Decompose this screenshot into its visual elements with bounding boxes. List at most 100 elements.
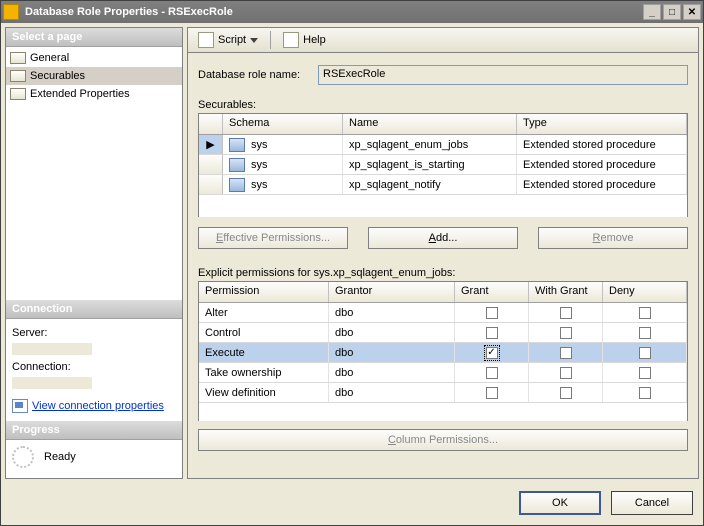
col-grant[interactable]: Grant: [455, 282, 529, 302]
progress-box: Ready: [6, 440, 182, 478]
sidebar-item-extended-properties[interactable]: Extended Properties: [6, 85, 182, 103]
row-selector[interactable]: [199, 155, 223, 174]
script-button[interactable]: Script: [192, 30, 264, 50]
table-row[interactable]: Controldbo: [199, 323, 687, 343]
checkbox[interactable]: [639, 367, 651, 379]
maximize-button[interactable]: □: [663, 4, 681, 20]
cell-checkbox[interactable]: [603, 303, 687, 322]
cell-checkbox[interactable]: [529, 303, 603, 322]
column-permissions-row: Column Permissions...: [198, 429, 688, 451]
cell-permission: View definition: [199, 383, 329, 402]
cell-checkbox[interactable]: [529, 383, 603, 402]
connection-label: Connection:: [12, 361, 176, 373]
col-schema[interactable]: Schema: [223, 114, 343, 134]
checkbox[interactable]: [639, 327, 651, 339]
view-connection-properties-link[interactable]: View connection properties: [12, 399, 176, 413]
help-button[interactable]: Help: [277, 30, 332, 50]
checkbox[interactable]: [486, 387, 498, 399]
cell-schema: sys: [223, 175, 343, 194]
checkbox[interactable]: [486, 307, 498, 319]
securables-body: ▶sysxp_sqlagent_enum_jobsExtended stored…: [199, 135, 687, 217]
table-row[interactable]: View definitiondbo: [199, 383, 687, 403]
sidebar-item-general[interactable]: General: [6, 49, 182, 67]
column-permissions-button[interactable]: Column Permissions...: [198, 429, 688, 451]
cell-schema: sys: [223, 155, 343, 174]
checkbox[interactable]: [560, 387, 572, 399]
checkbox[interactable]: [486, 327, 498, 339]
cell-checkbox[interactable]: [529, 363, 603, 382]
remove-button[interactable]: Remove: [538, 227, 688, 249]
cell-checkbox[interactable]: [455, 323, 529, 342]
cell-schema: sys: [223, 135, 343, 154]
sidebar-item-label: Securables: [30, 70, 85, 82]
permissions-grid[interactable]: Permission Grantor Grant With Grant Deny…: [198, 281, 688, 421]
ok-button[interactable]: OK: [519, 491, 601, 515]
add-button[interactable]: Add...: [368, 227, 518, 249]
right-panel: Script Help Database role name: RSExecRo…: [187, 27, 699, 479]
cell-checkbox[interactable]: [455, 363, 529, 382]
cell-checkbox[interactable]: [529, 343, 603, 362]
cell-permission: Take ownership: [199, 363, 329, 382]
cell-type: Extended stored procedure: [517, 135, 687, 154]
cell-grantor: dbo: [329, 343, 455, 362]
checkbox[interactable]: [560, 367, 572, 379]
row-selector[interactable]: [199, 175, 223, 194]
table-row[interactable]: Alterdbo: [199, 303, 687, 323]
help-icon: [283, 32, 299, 48]
col-type[interactable]: Type: [517, 114, 687, 134]
col-withgrant[interactable]: With Grant: [529, 282, 603, 302]
cell-checkbox[interactable]: ✓: [455, 343, 529, 362]
securables-header: Schema Name Type: [199, 114, 687, 135]
cell-type: Extended stored procedure: [517, 155, 687, 174]
progress-ring-icon: [12, 446, 34, 468]
checkbox[interactable]: [560, 347, 572, 359]
cell-checkbox[interactable]: [603, 383, 687, 402]
cell-checkbox[interactable]: [529, 323, 603, 342]
cell-checkbox[interactable]: [603, 343, 687, 362]
close-button[interactable]: ✕: [683, 4, 701, 20]
toolbar: Script Help: [187, 27, 699, 53]
script-label: Script: [218, 34, 246, 46]
select-page-header: Select a page: [6, 28, 182, 47]
col-permission[interactable]: Permission: [199, 282, 329, 302]
table-row[interactable]: Executedbo ✓: [199, 343, 687, 363]
col-name[interactable]: Name: [343, 114, 517, 134]
chevron-down-icon: [250, 36, 258, 44]
cell-checkbox[interactable]: [603, 323, 687, 342]
cell-checkbox[interactable]: [455, 383, 529, 402]
checkbox[interactable]: [639, 307, 651, 319]
sidebar-item-securables[interactable]: Securables: [6, 67, 182, 85]
cell-checkbox[interactable]: [455, 303, 529, 322]
cell-permission: Execute: [199, 343, 329, 362]
checkbox[interactable]: [560, 307, 572, 319]
securables-grid[interactable]: Schema Name Type ▶sysxp_sqlagent_enum_jo…: [198, 113, 688, 217]
minimize-button[interactable]: _: [643, 4, 661, 20]
checkbox[interactable]: [639, 387, 651, 399]
effective-permissions-button[interactable]: Effective Permissions...: [198, 227, 348, 249]
cell-permission: Control: [199, 323, 329, 342]
cell-checkbox[interactable]: [603, 363, 687, 382]
connection-link-label: View connection properties: [32, 400, 164, 412]
col-deny[interactable]: Deny: [603, 282, 687, 302]
table-row[interactable]: sysxp_sqlagent_notifyExtended stored pro…: [199, 175, 687, 195]
permissions-body: AlterdboControldboExecutedbo ✓ Take owners…: [199, 303, 687, 421]
checkbox[interactable]: [639, 347, 651, 359]
dialog-window: Database Role Properties - RSExecRole _ …: [0, 0, 704, 526]
eff-label-rest: ffective Permissions...: [223, 232, 330, 244]
stored-procedure-icon: [229, 138, 245, 152]
stored-procedure-icon: [229, 158, 245, 172]
checkbox[interactable]: [486, 367, 498, 379]
col-grantor[interactable]: Grantor: [329, 282, 455, 302]
checkbox[interactable]: [560, 327, 572, 339]
cell-name: xp_sqlagent_notify: [343, 175, 517, 194]
table-row[interactable]: sysxp_sqlagent_is_startingExtended store…: [199, 155, 687, 175]
table-row[interactable]: ▶sysxp_sqlagent_enum_jobsExtended stored…: [199, 135, 687, 155]
checkbox[interactable]: ✓: [486, 347, 498, 359]
role-name-field[interactable]: RSExecRole: [318, 65, 688, 85]
rowselect-header: [199, 114, 223, 134]
cell-type: Extended stored procedure: [517, 175, 687, 194]
row-selector[interactable]: ▶: [199, 135, 223, 154]
progress-status: Ready: [44, 451, 76, 463]
cancel-button[interactable]: Cancel: [611, 491, 693, 515]
table-row[interactable]: Take ownershipdbo: [199, 363, 687, 383]
